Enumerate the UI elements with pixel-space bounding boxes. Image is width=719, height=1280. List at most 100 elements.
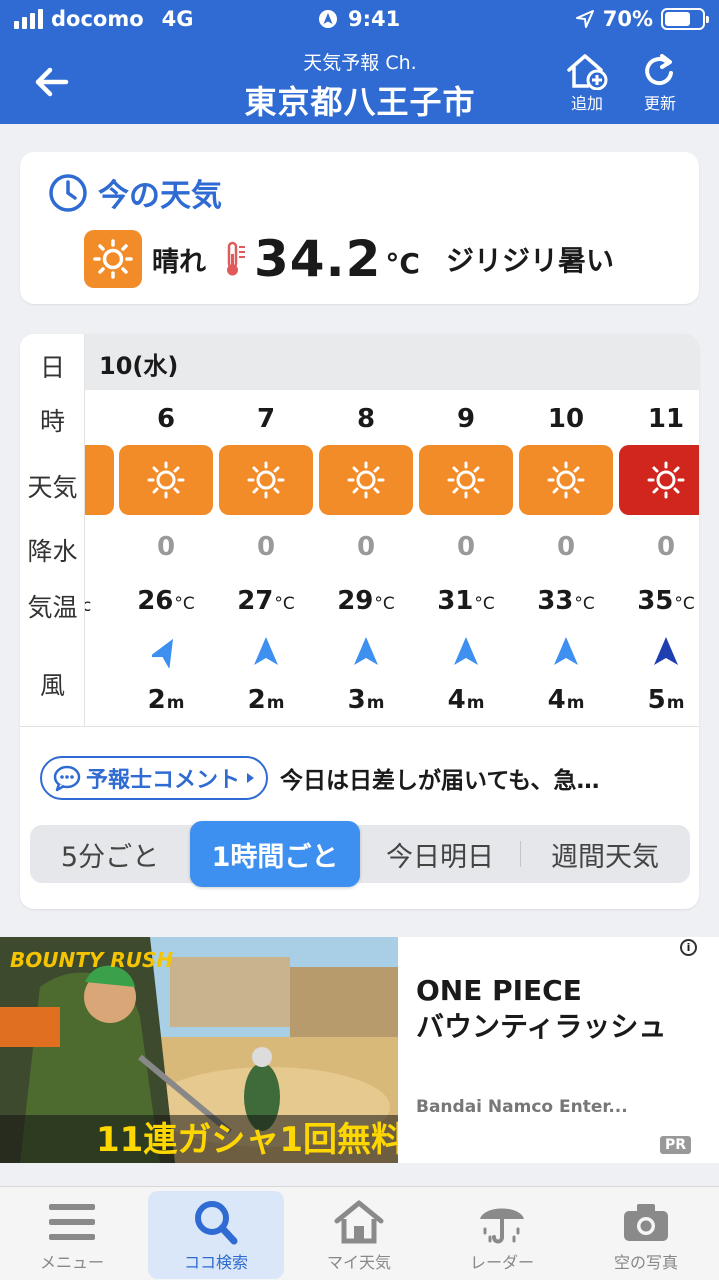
ad-title-line1: ONE PIECE — [416, 974, 582, 1007]
back-arrow-icon[interactable] — [30, 60, 74, 104]
app-header: 天気予報 Ch. 東京都八王子市 追加 更新 — [0, 40, 719, 124]
home-plus-icon — [567, 54, 608, 90]
forecaster-comment-button[interactable]: 予報士コメント — [40, 756, 269, 800]
status-center: 9:41 — [318, 7, 400, 31]
temperature-value: 31°C — [437, 586, 495, 616]
current-weather-header: 今の天気 — [48, 170, 222, 215]
wind-unit: m — [466, 693, 485, 713]
temperature-unit: °C — [674, 594, 695, 614]
wind-direction-icon — [254, 637, 278, 665]
sunny-icon — [419, 445, 513, 515]
segment-label: 1時間ごと — [211, 841, 339, 873]
add-location-button[interactable]: 追加 — [557, 52, 617, 114]
wind-direction-icon — [354, 637, 378, 665]
sunny-icon — [319, 445, 413, 515]
status-bar: docomo 4G 9:41 70% — [0, 0, 719, 40]
hourly-forecast-card: 10(水) 6 0 26°C 2m 7 0 27°C 2m 8 0 29°C 3m 9 0 31°C 4m 10… — [20, 334, 699, 909]
ad-banner[interactable]: BOUNTY RUSH 11連ガシャ1回無料! ONE PIECE バウンティラ… — [0, 937, 719, 1163]
ad-image-caption: 11連ガシャ1回無料! — [96, 1120, 398, 1160]
refresh-button[interactable]: 更新 — [630, 52, 690, 114]
temperature-value: 27°C — [237, 586, 295, 616]
ad-title-line2: バウンティラッシュ — [416, 1009, 667, 1043]
wind-speed-value: 2m — [247, 685, 285, 715]
row-label-day: 日 — [39, 353, 65, 382]
tab-search[interactable]: ココ検索 — [148, 1191, 284, 1279]
divider — [20, 726, 699, 727]
temperature-value: 33°C — [537, 586, 595, 616]
row-label-wind: 風 — [39, 671, 65, 700]
wind-unit: m — [666, 693, 685, 713]
wind-speed-value: 2m — [147, 685, 185, 715]
current-temperature: 34.2 — [254, 230, 382, 288]
menu-icon — [49, 1204, 95, 1240]
temperature-unit: °C — [174, 594, 195, 614]
rain-value: 0 — [256, 532, 276, 562]
row-label-hour: 時 — [39, 407, 65, 436]
hour-column: 8 0 29°C 3m — [316, 390, 416, 726]
clock-icon — [49, 173, 87, 212]
temperature-value: 29°C — [337, 586, 395, 616]
ad-image[interactable]: BOUNTY RUSH 11連ガシャ1回無料! — [0, 937, 398, 1163]
tab-label: メニュー — [39, 1253, 104, 1272]
segment-weekly[interactable]: 週間天気 — [521, 825, 689, 883]
hot-sun-icon — [619, 445, 699, 515]
current-weather-row: 晴れ 34.2 °C ジリジリ暑い — [84, 230, 614, 288]
hour-label: 9 — [456, 404, 476, 434]
temperature-unit: °C — [474, 594, 495, 614]
temperature-value: 26°C — [137, 586, 195, 616]
tab-label: 空の写真 — [613, 1253, 678, 1272]
ad-advertiser: Bandai Namco Enter... — [416, 1097, 628, 1117]
hour-label: 11 — [647, 404, 685, 434]
rain-value: 0 — [556, 532, 576, 562]
hour-column: 9 0 31°C 4m — [416, 390, 516, 726]
wind-direction-icon — [152, 638, 173, 668]
speech-bubble-icon — [53, 765, 81, 792]
battery-icon — [661, 8, 709, 30]
sunny-icon — [119, 445, 213, 515]
bottom-tab-bar: メニュー ココ検索 マイ天気 レーダー 空の写真 — [0, 1186, 719, 1280]
svg-text:BOUNTY RUSH: BOUNTY RUSH — [10, 948, 173, 972]
signal-icon — [14, 9, 43, 29]
forecaster-comment-text: 今日は日差しが届いても、急… — [280, 768, 600, 794]
sunny-icon — [219, 445, 313, 515]
current-weather-title: 今の天気 — [98, 178, 222, 214]
wind-unit: m — [166, 693, 185, 713]
rain-value: 0 — [356, 532, 376, 562]
tab-label: ココ検索 — [183, 1253, 248, 1272]
sunny-icon — [519, 445, 613, 515]
wind-speed-value: 4m — [547, 685, 585, 715]
row-label-rain: 降水 — [27, 537, 78, 566]
forecaster-comment-row: 予報士コメント 今日は日差しが届いても、急… — [40, 756, 600, 800]
wind-direction-icon — [554, 637, 578, 665]
date-header: 10(水) — [85, 334, 699, 390]
segment-hourly[interactable]: 1時間ごと — [190, 821, 360, 887]
refresh-icon — [645, 54, 673, 86]
page-title: 東京都八王子市 — [244, 83, 476, 121]
battery-percent: 70% — [602, 7, 653, 31]
temperature-unit: °C — [374, 594, 395, 614]
refresh-label: 更新 — [643, 94, 676, 113]
tab-menu[interactable]: メニュー — [4, 1191, 140, 1279]
location-arrow-icon — [575, 10, 594, 28]
interval-segmented-control: 5分ごと 1時間ごと 今日明日 週間天気 — [30, 821, 690, 887]
tab-radar[interactable]: レーダー — [434, 1191, 570, 1279]
tab-sky-photos[interactable]: 空の写真 — [578, 1191, 714, 1279]
wind-speed-value: 5m — [647, 685, 685, 715]
current-temperature-unit: °C — [385, 247, 420, 280]
ad-title[interactable]: ONE PIECE バウンティラッシュ — [416, 973, 666, 1045]
hour-column: 11 0 35°C 5m — [616, 390, 699, 726]
hour-column: 7 0 27°C 2m — [216, 390, 316, 726]
ad-info-icon[interactable]: i — [680, 939, 697, 956]
header-titles: 天気予報 Ch. 東京都八王子市 — [140, 48, 580, 123]
segment-today-tomorrow[interactable]: 今日明日 — [360, 825, 520, 883]
hour-column: 6 0 26°C 2m — [116, 390, 216, 726]
search-icon — [195, 1201, 238, 1245]
segment-5min[interactable]: 5分ごと — [30, 825, 190, 883]
thermometer-icon — [227, 241, 245, 276]
hour-label: 8 — [356, 404, 376, 434]
wind-unit: m — [366, 693, 385, 713]
tab-my-weather[interactable]: マイ天気 — [291, 1191, 427, 1279]
wind-direction-icon — [654, 637, 678, 665]
row-label-temp: 気温 — [27, 593, 78, 622]
temperature-value: 35°C — [637, 586, 695, 616]
